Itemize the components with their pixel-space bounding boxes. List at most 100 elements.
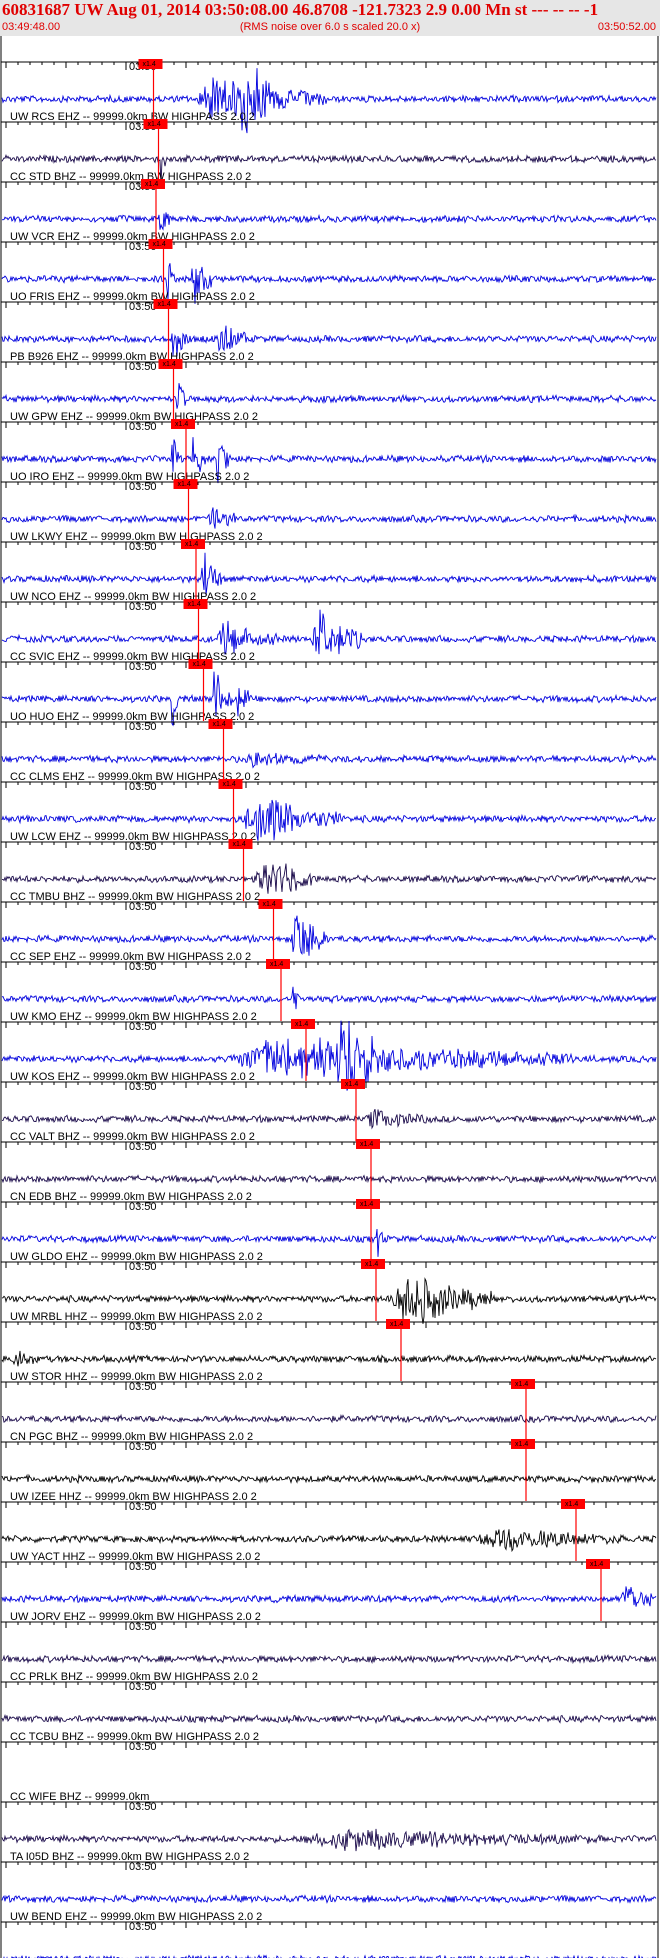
waveform xyxy=(1,1173,657,1185)
trace-2: 03:50CC STD BHZ -- 99999.0km BW HIGHPASS… xyxy=(1,119,658,186)
pick-label: x1.4 xyxy=(295,1021,308,1028)
pick-label: x1.4 xyxy=(345,1081,358,1088)
minute-tick-label: 03:50 xyxy=(129,421,157,433)
minute-tick-label: 03:50 xyxy=(129,1261,157,1273)
trace-29: 03:50CC WIFE BHZ -- 99999.0km xyxy=(1,1741,658,1803)
minute-tick-label: 03:50 xyxy=(129,1741,157,1753)
minute-tick-label: 03:50 xyxy=(129,1861,157,1873)
trace-13: 03:50UW LCW EHZ -- 99999.0km BW HIGHPASS… xyxy=(1,779,658,843)
minute-tick-label: 03:50 xyxy=(129,1321,157,1333)
pick-label: x1.4 xyxy=(163,361,176,368)
pick-label: x1.4 xyxy=(188,601,201,608)
minute-tick-label: 03:50 xyxy=(129,781,157,793)
pick-label: x1.4 xyxy=(515,1441,528,1448)
pick-label: x1.4 xyxy=(158,301,171,308)
waveform xyxy=(1,1413,657,1424)
pick-label: x1.4 xyxy=(223,781,236,788)
pick-label: x1.4 xyxy=(143,61,156,68)
waveform xyxy=(1,1894,657,1904)
trace-8: 03:50UW LKWY EHZ -- 99999.0km BW HIGHPAS… xyxy=(1,479,658,543)
trace-31: 03:50UW BEND EHZ -- 99999.0km BW HIGHPAS… xyxy=(1,1861,658,1923)
minute-tick-label: 03:50 xyxy=(129,901,157,913)
pick-label: x1.4 xyxy=(175,421,188,428)
waveform xyxy=(1,1828,657,1852)
pick-label: x1.4 xyxy=(360,1141,373,1148)
pick-label: x1.4 xyxy=(360,1201,373,1208)
minute-tick-label: 03:50 xyxy=(129,661,157,673)
minute-tick-label: 03:50 xyxy=(129,1501,157,1513)
trace-26: 03:50UW JORV EHZ -- 99999.0km BW HIGHPAS… xyxy=(1,1559,658,1623)
minute-tick-label: 03:50 xyxy=(129,361,157,373)
waveform xyxy=(1,1473,657,1485)
trace-22: 03:50UW STOR HHZ -- 99999.0km BW HIGHPAS… xyxy=(1,1319,658,1383)
waveform xyxy=(1,609,657,655)
pick-label: x1.4 xyxy=(148,121,161,128)
waveform xyxy=(1,1713,657,1725)
pick-label: x1.4 xyxy=(390,1321,403,1328)
waveform xyxy=(2,863,657,894)
end-time: 03:50:52.00 xyxy=(597,21,656,33)
trace-32: 03:50UW MOON EHZ -- 99999.0km BW HIGHPAS… xyxy=(1,1921,658,1958)
pick-label: x1.4 xyxy=(193,661,206,668)
waveform xyxy=(1,752,657,769)
trace-7: 03:50UO IRO EHZ -- 99999.0km BW HIGHPASS… xyxy=(1,419,658,484)
minute-tick-label: 03:50 xyxy=(129,721,157,733)
trace-10: 03:50CC SVIC EHZ -- 99999.0km BW HIGHPAS… xyxy=(1,599,658,663)
minute-tick-label: 03:50 xyxy=(129,1921,157,1933)
trace-23: 03:50CN PGC BHZ -- 99999.0km BW HIGHPASS… xyxy=(1,1379,658,1443)
minute-tick-label: 03:50 xyxy=(129,1081,157,1093)
trace-11: 03:50UO HUO EHZ -- 99999.0km BW HIGHPASS… xyxy=(1,659,658,727)
pick-label: x1.4 xyxy=(565,1501,578,1508)
trace-3: 03:50UW VCR EHZ -- 99999.0km BW HIGHPASS… xyxy=(1,179,658,243)
trace-21: 03:50UW MRBL HHZ -- 99999.0km BW HIGHPAS… xyxy=(1,1259,658,1324)
minute-tick-label: 03:50 xyxy=(129,1201,157,1213)
minute-tick-label: 03:50 xyxy=(129,841,157,853)
pick-label: x1.4 xyxy=(590,1561,603,1568)
minute-tick-label: 03:50 xyxy=(129,961,157,973)
pick-label: x1.4 xyxy=(213,721,226,728)
waveform xyxy=(1,986,657,1010)
waveform xyxy=(1,1586,657,1607)
header-bar: 60831687 UW Aug 01, 2014 03:50:08.00 46.… xyxy=(0,0,660,36)
minute-tick-label: 03:50 xyxy=(129,1621,157,1633)
waveform xyxy=(1,1653,657,1665)
pick-label: x1.4 xyxy=(233,841,246,848)
minute-tick-label: 03:50 xyxy=(129,601,157,613)
trace-24: 03:50UW IZEE HHZ -- 99999.0km BW HIGHPAS… xyxy=(1,1439,658,1503)
trace-16: 03:50UW KMO EHZ -- 99999.0km BW HIGHPASS… xyxy=(1,959,658,1023)
minute-tick-label: 03:50 xyxy=(129,1141,157,1153)
pick-label: x1.4 xyxy=(185,541,198,548)
waveform xyxy=(1,507,657,529)
pick-label: x1.4 xyxy=(178,481,191,488)
minute-tick-label: 03:50 xyxy=(129,1021,157,1033)
minute-tick-label: 03:50 xyxy=(129,1381,157,1393)
trace-6: 03:50UW GPW EHZ -- 99999.0km BW HIGHPASS… xyxy=(1,359,658,423)
trace-4: 03:50UO FRIS EHZ -- 99999.0km BW HIGHPAS… xyxy=(1,239,658,304)
minute-tick-label: 03:50 xyxy=(129,1561,157,1573)
minute-tick-label: 03:50 xyxy=(129,1801,157,1813)
trace-25: 03:50UW YACT HHZ -- 99999.0km BW HIGHPAS… xyxy=(1,1499,658,1563)
seismogram-panel: 03:50UW RCS EHZ -- 99999.0km BW HIGHPASS… xyxy=(0,36,659,1958)
trace-12: 03:50CC CLMS EHZ -- 99999.0km BW HIGHPAS… xyxy=(1,719,658,783)
trace-18: 03:50CC VALT BHZ -- 99999.0km BW HIGHPAS… xyxy=(1,1079,658,1143)
waveform xyxy=(1,1350,657,1367)
waveform xyxy=(1,383,657,409)
waveform xyxy=(1,1109,657,1130)
pick-label: x1.4 xyxy=(153,241,166,248)
trace-5: 03:50PB B926 EHZ -- 99999.0km BW HIGHPAS… xyxy=(1,299,658,363)
minute-tick-label: 03:50 xyxy=(129,301,157,313)
pick-label: x1.4 xyxy=(145,181,158,188)
minute-tick-label: 03:50 xyxy=(129,481,157,493)
pick-label: x1.4 xyxy=(365,1261,378,1268)
trace-28: 03:50CC TCBU BHZ -- 99999.0km BW HIGHPAS… xyxy=(1,1681,658,1743)
trace-19: 03:50CN EDB BHZ -- 99999.0km BW HIGHPASS… xyxy=(1,1139,658,1203)
pick-label: x1.4 xyxy=(515,1381,528,1388)
trace-20: 03:50UW GLDO EHZ -- 99999.0km BW HIGHPAS… xyxy=(1,1199,658,1263)
pick-label: x1.4 xyxy=(270,961,283,968)
trace-15: 03:50CC SEP EHZ -- 99999.0km BW HIGHPASS… xyxy=(1,899,658,963)
waveform xyxy=(1,212,657,231)
waveform xyxy=(1,1529,657,1553)
waveform xyxy=(1,915,657,956)
minute-tick-label: 03:50 xyxy=(129,1681,157,1693)
waveform xyxy=(1,552,657,596)
